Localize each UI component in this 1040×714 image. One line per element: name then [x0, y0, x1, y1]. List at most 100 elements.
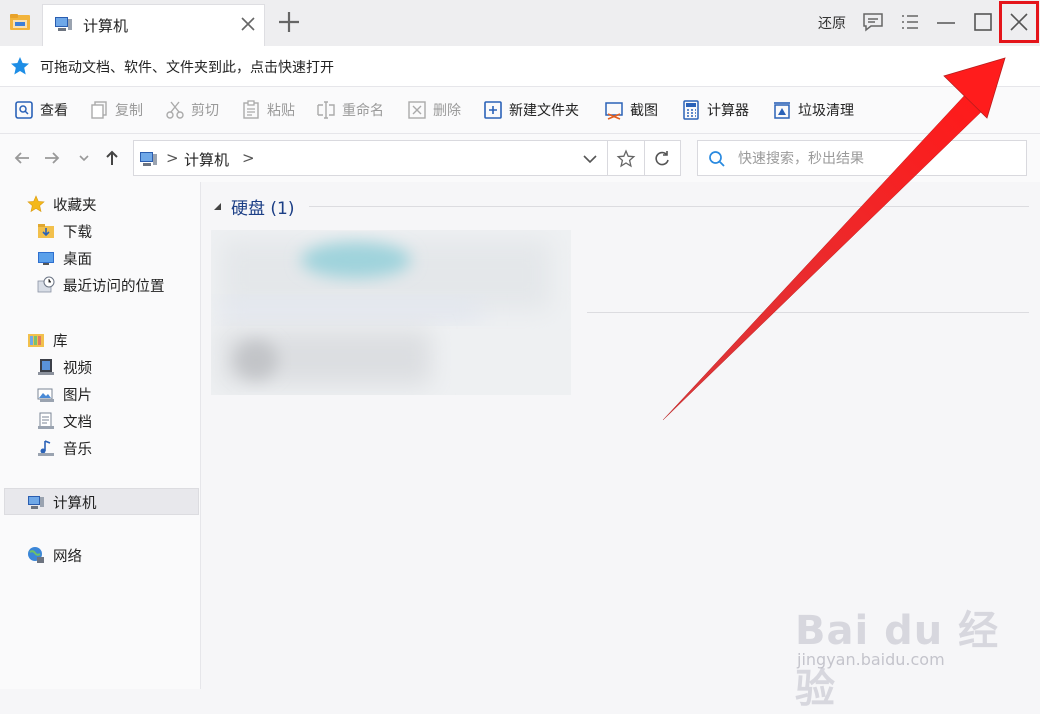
sidebar-item-desktop[interactable]: 桌面	[37, 245, 92, 271]
sidebar-item-label: 网络	[53, 548, 82, 565]
address-divider	[644, 141, 645, 175]
breadcrumb-computer[interactable]: 计算机	[184, 149, 229, 170]
rename-icon	[317, 101, 335, 119]
scissors-icon	[166, 101, 184, 119]
sidebar-item-label: 桌面	[63, 251, 92, 268]
search-input[interactable]	[736, 146, 1020, 172]
calculator-label: 计算器	[707, 103, 749, 119]
breadcrumb-separator[interactable]: >	[166, 149, 179, 167]
sidebar-item-label: 文档	[63, 414, 92, 431]
rename-label: 重命名	[342, 103, 384, 119]
delete-button[interactable]: 删除	[407, 87, 461, 133]
cleanup-label: 垃圾清理	[798, 103, 854, 119]
title-bar: 计算机 还原	[0, 0, 1040, 46]
sidebar-item-label: 音乐	[63, 441, 92, 458]
breadcrumb-separator[interactable]: >	[242, 149, 255, 167]
quick-access-hint: 可拖动文档、软件、文件夹到此，点击快速打开	[40, 60, 334, 76]
forward-arrow-icon[interactable]	[42, 148, 62, 168]
group-header-hard-disk[interactable]: 硬盘 (1)	[213, 194, 294, 219]
new-folder-label: 新建文件夹	[509, 103, 579, 119]
group-title: 硬盘 (1)	[231, 199, 295, 219]
address-dropdown-icon[interactable]	[580, 149, 600, 169]
library-icon	[28, 334, 44, 347]
collapse-triangle-icon	[214, 202, 221, 210]
documents-icon	[38, 412, 54, 429]
refresh-icon[interactable]	[652, 149, 672, 169]
up-arrow-icon[interactable]	[102, 148, 122, 168]
sidebar-item-label: 最近访问的位置	[63, 278, 165, 295]
new-tab-plus-icon[interactable]	[276, 9, 302, 35]
content-divider	[587, 312, 1029, 313]
tab-computer[interactable]: 计算机	[42, 4, 265, 46]
minimize-icon[interactable]	[934, 10, 958, 34]
sidebar-item-label: 收藏夹	[53, 197, 97, 214]
pictures-icon	[37, 388, 54, 402]
sidebar-item-network[interactable]: 网络	[27, 542, 82, 568]
sidebar-item-label: 下载	[63, 224, 92, 241]
sidebar-item-computer[interactable]: 计算机	[27, 489, 97, 515]
star-icon	[27, 195, 45, 213]
view-label: 查看	[40, 103, 68, 119]
copy-label: 复制	[115, 103, 143, 119]
search-box[interactable]	[697, 140, 1027, 176]
calculator-button[interactable]: 计算器	[681, 87, 749, 133]
view-icon	[15, 101, 33, 119]
computer-icon	[55, 17, 72, 31]
folder-app-icon	[10, 14, 30, 30]
screenshot-button[interactable]: 截图	[604, 87, 658, 133]
sidebar-item-label: 图片	[63, 387, 92, 404]
new-folder-icon	[484, 101, 502, 119]
view-button[interactable]: 查看	[14, 87, 68, 133]
rename-button[interactable]: 重命名	[316, 87, 384, 133]
sidebar-item-pictures[interactable]: 图片	[37, 381, 92, 407]
feedback-icon[interactable]	[861, 10, 885, 34]
screenshot-label: 截图	[630, 103, 658, 119]
delete-icon	[408, 101, 426, 119]
favorite-star-icon[interactable]	[616, 149, 636, 169]
sidebar-item-label: 计算机	[53, 495, 97, 512]
sidebar-item-documents[interactable]: 文档	[37, 408, 92, 434]
tab-close-icon[interactable]	[239, 15, 257, 33]
star-icon	[11, 57, 29, 75]
history-dropdown-icon[interactable]	[74, 148, 94, 168]
close-icon	[1010, 13, 1028, 31]
blurred-drive-item[interactable]	[211, 230, 571, 395]
address-bar[interactable]: > 计算机 >	[133, 140, 681, 176]
address-divider	[607, 141, 608, 175]
computer-icon	[140, 152, 157, 166]
sidebar-item-downloads[interactable]: 下载	[37, 218, 92, 244]
sidebar-item-music[interactable]: 音乐	[37, 435, 92, 461]
cleanup-button[interactable]: 垃圾清理	[772, 87, 854, 133]
cleanup-icon	[774, 102, 790, 119]
cut-label: 剪切	[191, 103, 219, 119]
copy-button[interactable]: 复制	[89, 87, 143, 133]
close-window-button[interactable]	[999, 1, 1039, 43]
quick-access-bar[interactable]: 可拖动文档、软件、文件夹到此，点击快速打开	[0, 46, 1040, 87]
sidebar-item-label: 库	[53, 333, 68, 350]
recent-places-icon	[37, 276, 55, 293]
sidebar-item-recent[interactable]: 最近访问的位置	[37, 272, 165, 298]
music-icon	[38, 440, 54, 456]
downloads-folder-icon	[38, 224, 54, 238]
maximize-icon[interactable]	[971, 10, 995, 34]
group-divider	[309, 206, 1029, 207]
menu-list-icon[interactable]	[898, 10, 922, 34]
toolbar: 查看 复制 剪切 粘贴 重命名 删除 新建文件夹 截图 计算器 垃圾清理	[0, 87, 1040, 134]
new-folder-button[interactable]: 新建文件夹	[483, 87, 579, 133]
sidebar-item-favorites[interactable]: 收藏夹	[27, 191, 97, 217]
back-arrow-icon[interactable]	[12, 148, 32, 168]
sidebar-item-videos[interactable]: 视频	[37, 354, 92, 380]
paste-button[interactable]: 粘贴	[241, 87, 295, 133]
copy-icon	[91, 101, 107, 119]
cut-button[interactable]: 剪切	[165, 87, 219, 133]
search-icon	[709, 151, 725, 167]
computer-icon	[28, 496, 44, 509]
desktop-icon	[38, 252, 54, 265]
restore-button[interactable]: 还原	[818, 13, 846, 33]
network-globe-icon	[28, 547, 44, 563]
screenshot-icon	[605, 102, 623, 120]
navigation-bar: > 计算机 >	[0, 134, 1040, 182]
sidebar-item-libraries[interactable]: 库	[27, 327, 68, 353]
sidebar: 收藏夹 下载 桌面 最近访问的位置 库 视频 图片 文档 音乐 计算机 网络	[0, 182, 201, 689]
sidebar-item-label: 视频	[63, 360, 92, 377]
